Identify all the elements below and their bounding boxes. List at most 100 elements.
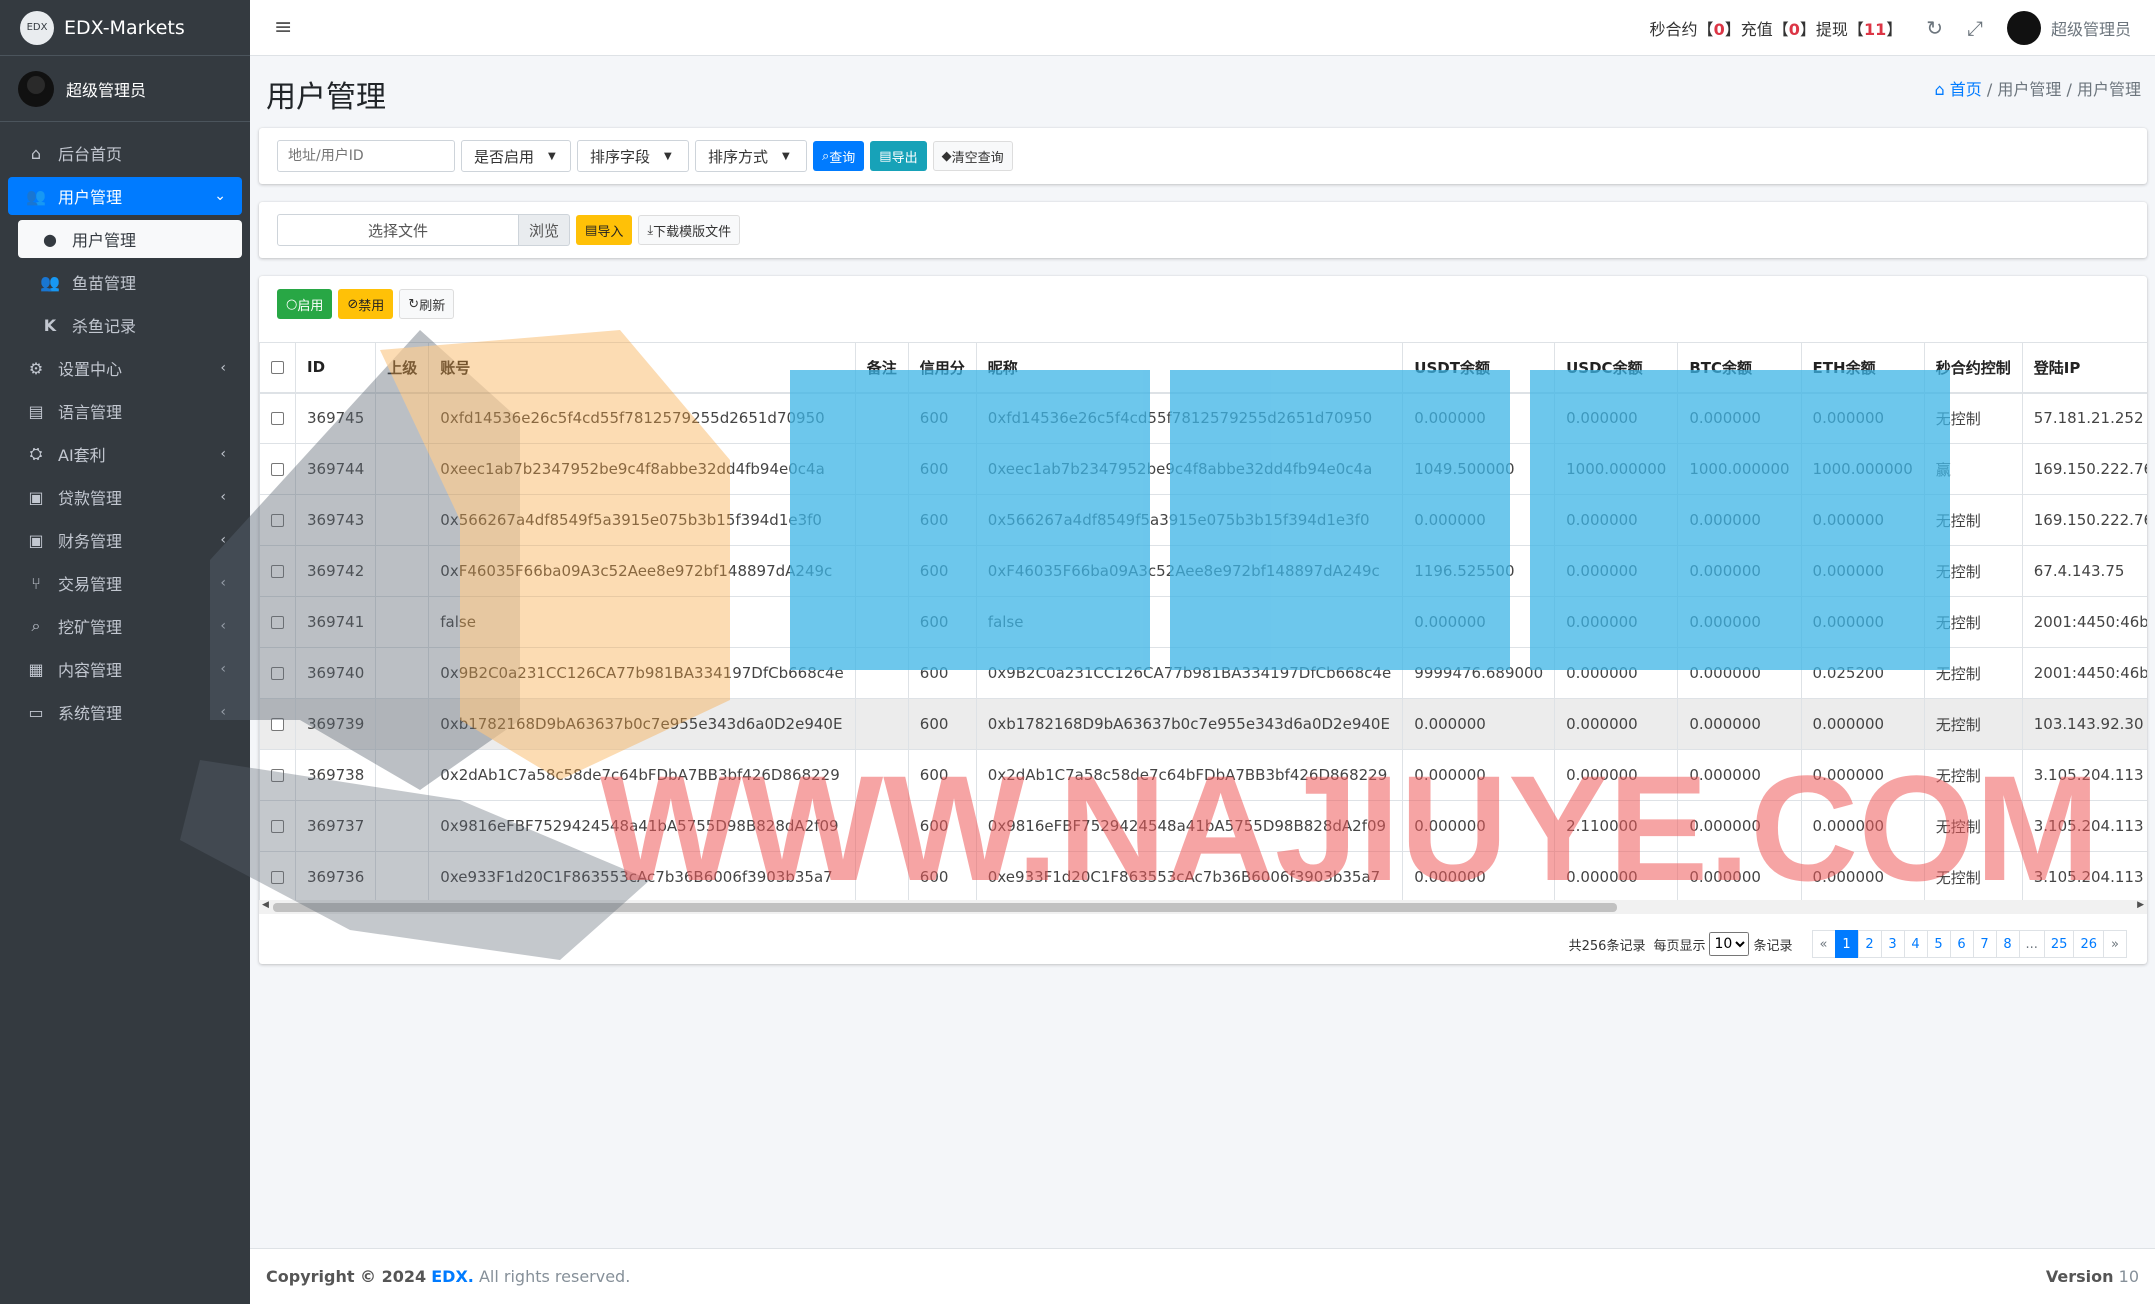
sidebar-subitem-user-manage[interactable]: ● 用户管理 bbox=[18, 220, 242, 258]
refresh-icon[interactable]: ↻ bbox=[1926, 16, 1943, 40]
sidebar-item-loan[interactable]: ▣ 贷款管理 ‹ bbox=[8, 478, 242, 516]
table-row[interactable]: 369738 0x2dAb1C7a58c58de7c64bFDbA7BB3bf42… bbox=[259, 749, 2147, 801]
scroll-left-icon[interactable]: ◀ bbox=[262, 900, 269, 910]
sidebar-item-trade[interactable]: ⑂ 交易管理 ‹ bbox=[8, 564, 242, 602]
sidebar-item-finance[interactable]: ▣ 财务管理 ‹ bbox=[8, 521, 242, 559]
header-col-credit[interactable]: 信用分 bbox=[907, 342, 977, 394]
sidebar-subitem-kill-records[interactable]: K 杀鱼记录 bbox=[18, 306, 242, 344]
query-button[interactable]: ⌕ 查询 bbox=[813, 141, 865, 171]
user-panel[interactable]: 超级管理员 bbox=[0, 56, 250, 122]
search-icon: ⌕ bbox=[822, 148, 830, 164]
table-row[interactable]: 369741 false 600 false 0.000000 0.000000 0.000… bbox=[259, 596, 2147, 648]
brand[interactable]: EDX EDX-Markets bbox=[0, 0, 250, 56]
page-link[interactable]: 1 bbox=[1834, 930, 1859, 958]
sidebar-subitem-fry-manage[interactable]: 👥 鱼苗管理 bbox=[18, 263, 242, 301]
breadcrumb-home-label: 首页 bbox=[1949, 80, 1982, 99]
col-id: 369742 bbox=[294, 545, 377, 597]
row-checkbox[interactable] bbox=[271, 565, 284, 578]
sidebar-item-ai-arbitrage[interactable]: ⛭ AI套利 ‹ bbox=[8, 435, 242, 473]
header-col-nickname[interactable]: 昵称 bbox=[975, 342, 1404, 394]
sidebar-item-language[interactable]: ▤ 语言管理 bbox=[8, 392, 242, 430]
browse-button[interactable]: 浏览 bbox=[519, 214, 571, 246]
sort-field-select[interactable]: 排序字段 ▼ bbox=[577, 140, 689, 172]
table-row[interactable]: 369737 0x9816eFBF7529424548a41bA5755D98B8… bbox=[259, 800, 2147, 852]
header-col-remark[interactable]: 备注 bbox=[854, 342, 909, 394]
disable-button[interactable]: ⊘ 禁用 bbox=[338, 289, 394, 319]
horizontal-scrollbar[interactable]: ◀ ▶ bbox=[259, 900, 2147, 914]
fullscreen-icon[interactable]: ⤢ bbox=[1967, 16, 1983, 40]
row-checkbox[interactable] bbox=[271, 769, 284, 782]
sidebar-item-settings[interactable]: ⚙ 设置中心 ‹ bbox=[8, 349, 242, 387]
table-row[interactable]: 369743 0x566267a4df8549f5a3915e075b3b15f3… bbox=[259, 494, 2147, 546]
col-nickname: false bbox=[975, 596, 1404, 648]
page-link[interactable]: 7 bbox=[1972, 930, 1997, 958]
page-link[interactable]: 6 bbox=[1949, 930, 1974, 958]
sidebar-item-system[interactable]: ▭ 系统管理 ‹ bbox=[8, 693, 242, 731]
sidebar-item-users[interactable]: 👥 用户管理 ⌄ bbox=[8, 177, 242, 215]
header-col-btc[interactable]: BTC余额 bbox=[1677, 342, 1802, 394]
header-col-account[interactable]: 账号 bbox=[428, 342, 856, 394]
table-row[interactable]: 369736 0xe933F1d20C1F863553cAc7b36B6006f3… bbox=[259, 851, 2147, 902]
search-input[interactable] bbox=[277, 140, 455, 172]
stat-recharge[interactable]: 充值【0】 bbox=[1741, 16, 1816, 40]
row-checkbox[interactable] bbox=[271, 412, 284, 426]
scroll-right-icon[interactable]: ▶ bbox=[2137, 900, 2144, 910]
page-link[interactable]: 5 bbox=[1926, 930, 1951, 958]
download-template-button[interactable]: ⤓ 下载模版文件 bbox=[638, 215, 741, 245]
breadcrumb-home[interactable]: ⌂ 首页 bbox=[1935, 80, 1982, 99]
page-link[interactable]: 2 bbox=[1857, 930, 1882, 958]
table-row[interactable]: 369742 0xF46035F66ba09A3c52Aee8e972bf1488… bbox=[259, 545, 2147, 597]
header-col-usdc[interactable]: USDC余额 bbox=[1554, 342, 1679, 394]
header-col-usdt[interactable]: USDT余额 bbox=[1402, 342, 1556, 394]
header-col-id[interactable]: ID bbox=[294, 342, 377, 394]
select-all-checkbox[interactable] bbox=[271, 361, 284, 375]
file-picker[interactable]: 选择文件 浏览 bbox=[277, 214, 571, 246]
row-checkbox[interactable] bbox=[271, 667, 284, 680]
page-link[interactable]: » bbox=[2103, 930, 2127, 958]
page-link[interactable]: 26 bbox=[2073, 930, 2104, 958]
row-checkbox[interactable] bbox=[271, 718, 284, 731]
table-row[interactable]: 369745 0xfd14536e26c5f4cd55f7812579255d26… bbox=[259, 392, 2147, 444]
import-button[interactable]: ▤ 导入 bbox=[576, 215, 633, 245]
header-col-parent[interactable]: 上级 bbox=[375, 342, 430, 394]
sidebar-item-home[interactable]: ⌂ 后台首页 bbox=[8, 134, 242, 172]
refresh-button[interactable]: ↻ 刷新 bbox=[399, 289, 455, 319]
page-link[interactable]: 3 bbox=[1880, 930, 1905, 958]
per-page-suffix: 条记录 bbox=[1753, 938, 1793, 954]
stat-withdraw[interactable]: 提现【11】 bbox=[1816, 16, 1902, 40]
page-link[interactable]: 25 bbox=[2043, 930, 2075, 958]
page-link[interactable]: 8 bbox=[1995, 930, 2020, 958]
row-checkbox[interactable] bbox=[271, 463, 284, 476]
menu-toggle-icon[interactable]: ≡ bbox=[274, 15, 292, 40]
page-link[interactable]: « bbox=[1811, 930, 1836, 958]
col-usdt: 0.000000 bbox=[1402, 494, 1556, 546]
sidebar-item-content[interactable]: ▦ 内容管理 ‹ bbox=[8, 650, 242, 688]
sort-order-select[interactable]: 排序方式 ▼ bbox=[695, 140, 807, 172]
footer-brand-link[interactable]: EDX. bbox=[431, 1267, 474, 1286]
export-button[interactable]: ▤ 导出 bbox=[870, 141, 927, 171]
topbar-user-name[interactable]: 超级管理员 bbox=[2051, 16, 2131, 40]
header-col-login-ip[interactable]: 登陆IP bbox=[2021, 342, 2147, 394]
table-row[interactable]: 369744 0xeec1ab7b2347952be9c4f8abbe32dd4f… bbox=[259, 443, 2147, 495]
row-checkbox[interactable] bbox=[271, 616, 284, 629]
header-col-contract-control[interactable]: 秒合约控制 bbox=[1923, 342, 2023, 394]
enabled-select[interactable]: 是否启用 ▼ bbox=[461, 140, 571, 172]
table-row[interactable]: 369739 0xb1782168D9bA63637b0c7e955e343d6a… bbox=[259, 698, 2147, 750]
clear-query-button[interactable]: ◆ 清空查询 bbox=[932, 141, 1013, 171]
page-link[interactable]: 4 bbox=[1903, 930, 1928, 958]
col-parent bbox=[375, 647, 430, 699]
row-checkbox[interactable] bbox=[271, 514, 284, 527]
table-row[interactable]: 369740 0x9B2C0a231CC126CA77b981BA334197Df… bbox=[259, 647, 2147, 699]
sidebar-item-mining[interactable]: ⌕ 挖矿管理 ‹ bbox=[8, 607, 242, 645]
row-checkbox[interactable] bbox=[271, 820, 284, 833]
page-links: «1 2 3 4 5 6 7 8... 25 26» bbox=[1811, 930, 2127, 958]
row-checkbox[interactable] bbox=[271, 871, 284, 884]
enable-button[interactable]: ○ 启用 bbox=[277, 289, 333, 319]
page-link[interactable]: ... bbox=[2018, 930, 2045, 958]
per-page-select[interactable]: 10 bbox=[1709, 932, 1750, 956]
file-label[interactable]: 选择文件 bbox=[277, 214, 519, 246]
header-col-eth[interactable]: ETH余额 bbox=[1800, 342, 1925, 394]
stat-contract[interactable]: 秒合约【0】 bbox=[1650, 16, 1741, 40]
avatar[interactable] bbox=[2006, 10, 2041, 45]
scroll-thumb[interactable] bbox=[273, 903, 1617, 912]
